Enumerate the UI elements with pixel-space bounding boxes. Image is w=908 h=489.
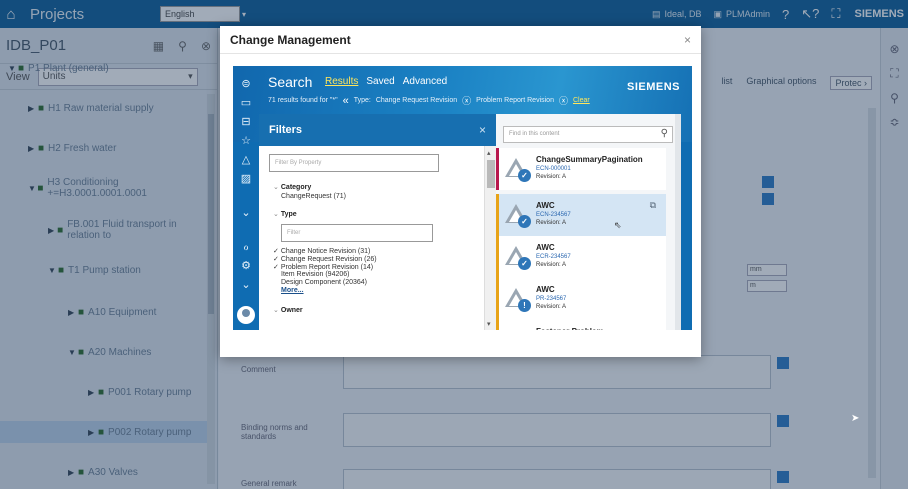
warning-icon[interactable]: △ bbox=[236, 152, 256, 166]
scrollbar-thumb[interactable] bbox=[487, 160, 495, 188]
filter-chip: Change Request Revision bbox=[375, 97, 458, 104]
result-title: AWC bbox=[536, 201, 555, 210]
tab-results[interactable]: Results bbox=[325, 76, 358, 87]
result-revision: Revision: A bbox=[536, 262, 567, 268]
type-label: Type: bbox=[353, 97, 371, 104]
close-icon[interactable]: × bbox=[479, 123, 486, 137]
mouse-cursor-icon: ⇖ bbox=[614, 220, 622, 230]
type-option-checked[interactable]: Problem Report Revision (14) bbox=[281, 263, 373, 271]
status-color-bar bbox=[496, 194, 499, 236]
change-object-icon: ! bbox=[505, 286, 531, 312]
result-card[interactable]: ✓ AWC ECR-234567 Revision: A bbox=[496, 236, 666, 278]
status-color-bar bbox=[496, 320, 499, 330]
type-option[interactable]: Item Revision (94206) bbox=[281, 271, 349, 278]
change-object-icon: ✓ bbox=[505, 244, 531, 270]
results-panel: Find in this content ⚲ ✓ ChangeSummaryPag… bbox=[496, 114, 681, 330]
status-badge: ✓ bbox=[518, 169, 531, 182]
status-badge: ✓ bbox=[518, 257, 531, 270]
folder-icon[interactable]: ▭ bbox=[236, 95, 256, 109]
result-id: ECN-234567 bbox=[536, 212, 571, 218]
tab-advanced[interactable]: Advanced bbox=[403, 76, 447, 87]
clear-filters-link[interactable]: Clear bbox=[573, 97, 590, 104]
global-navigation: ⊜ ▭ ⊟ ☆ △ ▨ ⌄ ℴ ⚙ ⌄ bbox=[233, 66, 259, 330]
type-section-header[interactable]: ⌄ Type bbox=[273, 210, 297, 218]
type-filter-input[interactable]: Filter bbox=[281, 224, 433, 242]
results-scrollbar[interactable] bbox=[675, 114, 681, 330]
scroll-down-icon[interactable]: ▾ bbox=[487, 320, 491, 328]
result-id: ECN-000001 bbox=[536, 166, 571, 172]
results-summary: 71 results found for "*" bbox=[268, 97, 338, 104]
active-workspace-frame: ⊜ ▭ ⊟ ☆ △ ▨ ⌄ ℴ ⚙ ⌄ Search Results Saved… bbox=[233, 66, 692, 330]
caret-icon: ⌄ bbox=[273, 184, 279, 191]
status-color-bar bbox=[496, 278, 499, 320]
chevron-down-icon[interactable]: ⌄ bbox=[236, 277, 256, 291]
brand-logo: SIEMENS bbox=[626, 81, 680, 93]
result-card[interactable]: ✓ ChangeSummaryPagination ECN-000001 Revisi… bbox=[496, 148, 666, 190]
filters-body: Filter By Property ⌄ Category ChangeReque… bbox=[259, 146, 484, 330]
result-title: AWC bbox=[536, 243, 555, 252]
mouse-pointer-icon: ➤ bbox=[851, 413, 860, 424]
filters-header: Filters × bbox=[259, 114, 496, 146]
close-button[interactable]: × bbox=[684, 33, 691, 47]
collapse-chevron-icon[interactable]: « bbox=[343, 95, 349, 107]
type-option-checked[interactable]: Change Request Revision (26) bbox=[281, 255, 377, 263]
status-badge: ! bbox=[518, 299, 531, 312]
find-in-content-input[interactable]: Find in this content ⚲ bbox=[503, 126, 673, 143]
type-option-checked[interactable]: Change Notice Revision (31) bbox=[281, 247, 371, 255]
change-object-icon bbox=[505, 328, 531, 330]
result-revision: Revision: A bbox=[536, 220, 567, 226]
type-option[interactable]: Design Component (20364) bbox=[281, 279, 367, 286]
filters-panel: Filters × Filter By Property ⌄ Category C… bbox=[259, 114, 496, 330]
result-card[interactable]: Fastener Problem bbox=[496, 320, 666, 330]
filters-scrollbar[interactable]: ▴ ▾ bbox=[484, 146, 496, 330]
search-title: Search bbox=[268, 74, 313, 90]
tab-saved[interactable]: Saved bbox=[366, 76, 394, 87]
result-card[interactable]: ! AWC PR-234567 Revision: A bbox=[496, 278, 666, 320]
remove-chip-icon[interactable]: ⓧ bbox=[559, 94, 568, 107]
star-icon[interactable]: ☆ bbox=[236, 133, 256, 147]
command-icon[interactable]: ⊜ bbox=[236, 76, 256, 90]
open-in-new-icon[interactable]: ⧉ bbox=[650, 200, 656, 211]
change-object-icon: ✓ bbox=[505, 156, 531, 182]
result-revision: Revision: A bbox=[536, 174, 567, 180]
report-icon[interactable]: ▨ bbox=[236, 171, 256, 185]
result-title: ChangeSummaryPagination bbox=[536, 155, 643, 164]
more-link[interactable]: More... bbox=[281, 287, 304, 294]
search-breadcrumb: 71 results found for "*" « Type: Change … bbox=[268, 94, 590, 107]
owner-section-header[interactable]: ⌄ Owner bbox=[273, 306, 303, 314]
result-id: PR-234567 bbox=[536, 296, 567, 302]
caret-icon: ⌄ bbox=[273, 307, 279, 314]
dialog-title: Change Management bbox=[230, 32, 351, 47]
result-title: AWC bbox=[536, 285, 555, 294]
gear-icon[interactable]: ⚙ bbox=[236, 258, 256, 272]
status-badge: ✓ bbox=[518, 215, 531, 228]
change-object-icon: ✓ bbox=[505, 202, 531, 228]
result-title: Fastener Problem bbox=[536, 327, 604, 330]
filters-title: Filters bbox=[269, 124, 303, 136]
remove-chip-icon[interactable]: ⓧ bbox=[462, 94, 471, 107]
chevron-down-icon[interactable]: ⌄ bbox=[236, 205, 256, 219]
dialog-header: Change Management × bbox=[220, 26, 701, 54]
share-icon[interactable]: ℴ bbox=[236, 239, 256, 253]
scroll-up-icon[interactable]: ▴ bbox=[487, 149, 491, 157]
result-card[interactable]: ✓ AWC ECN-234567 Revision: A ⧉ ⇖ bbox=[496, 194, 666, 236]
filter-by-property-input[interactable]: Filter By Property bbox=[269, 154, 439, 172]
category-option[interactable]: ChangeRequest (71) bbox=[281, 193, 346, 200]
result-id: ECR-234567 bbox=[536, 254, 571, 260]
status-color-bar bbox=[496, 148, 499, 190]
change-management-dialog: Change Management × ⊜ ▭ ⊟ ☆ △ ▨ ⌄ ℴ ⚙ ⌄ … bbox=[220, 26, 701, 357]
search-tabs: Results Saved Advanced bbox=[325, 76, 447, 87]
result-revision: Revision: A bbox=[536, 304, 567, 310]
status-color-bar bbox=[496, 236, 499, 278]
caret-icon: ⌄ bbox=[273, 211, 279, 218]
category-section-header[interactable]: ⌄ Category bbox=[273, 183, 311, 191]
search-icon[interactable]: ⚲ bbox=[661, 128, 668, 139]
filter-chip: Problem Report Revision bbox=[476, 97, 554, 104]
inbox-icon[interactable]: ⊟ bbox=[236, 114, 256, 128]
avatar[interactable] bbox=[237, 306, 255, 324]
